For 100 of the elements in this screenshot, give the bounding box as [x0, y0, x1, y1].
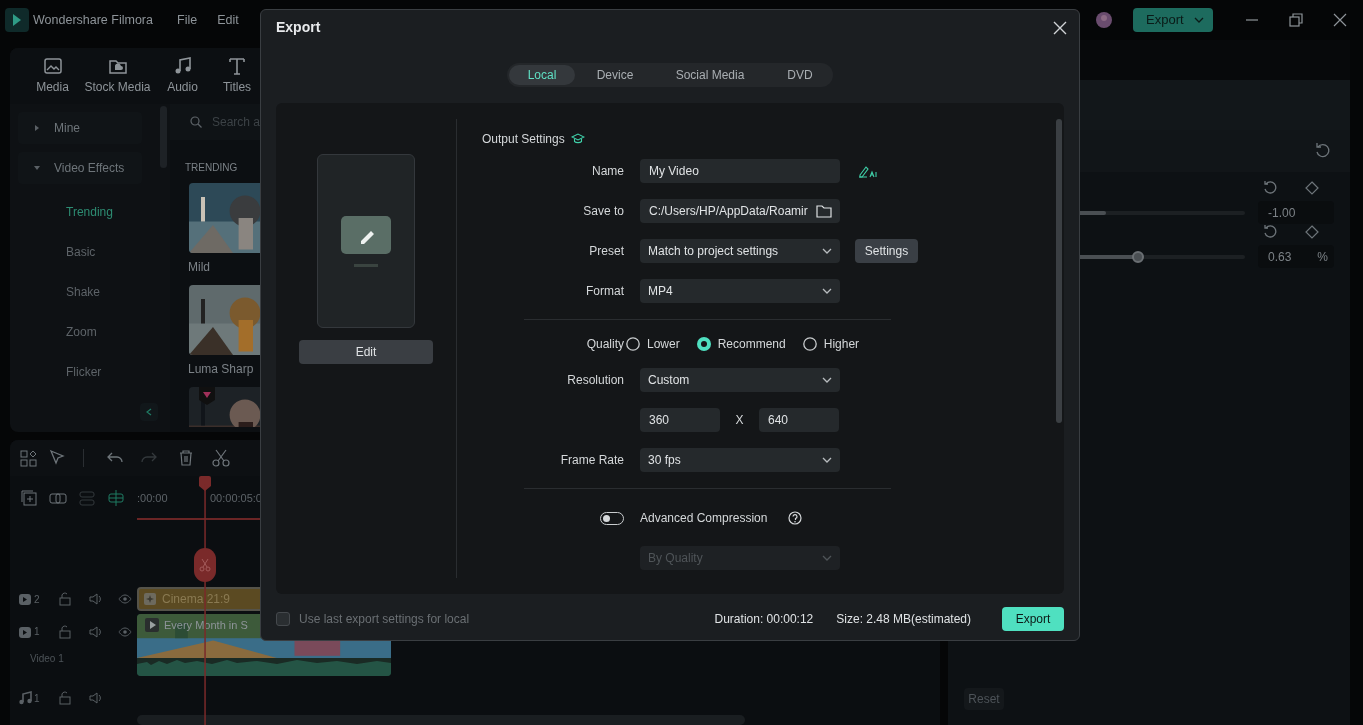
music-note-icon — [18, 691, 32, 705]
speaker-icon[interactable] — [88, 624, 102, 639]
size-separator: X — [734, 412, 745, 429]
field-label: Quality — [585, 336, 624, 353]
keyframe-icon[interactable] — [1304, 224, 1320, 240]
ruler-time: 00:00:05:0 — [210, 491, 262, 506]
snap-icon[interactable] — [107, 489, 125, 507]
radio-button[interactable] — [626, 337, 640, 351]
checkbox[interactable] — [276, 612, 290, 626]
lock-icon[interactable] — [58, 624, 72, 639]
radio-button[interactable] — [696, 337, 711, 351]
name-field[interactable]: My Video — [640, 159, 840, 183]
radio-label: Higher — [823, 336, 860, 353]
menu-item[interactable]: File — [177, 10, 198, 30]
add-track-icon[interactable] — [20, 489, 38, 507]
tab[interactable]: Local — [509, 65, 575, 85]
sparkle-icon — [144, 593, 156, 605]
chevron-down-icon — [822, 248, 832, 254]
scissors-icon[interactable] — [212, 449, 230, 467]
split-handle[interactable] — [194, 548, 216, 582]
lock-icon[interactable] — [58, 691, 72, 705]
eye-icon[interactable] — [118, 592, 132, 606]
chevron-down-icon — [822, 288, 832, 294]
format-dropdown[interactable]: MP4 — [640, 279, 840, 303]
dialog-title: Export — [276, 18, 321, 37]
library-tab[interactable]: Media — [36, 78, 69, 96]
unit-label: % — [1317, 248, 1328, 266]
tab[interactable]: Device — [579, 65, 651, 85]
graduation-cap-icon — [570, 133, 585, 145]
section-heading: TRENDING — [185, 161, 238, 175]
value-field[interactable]: 0.63 % — [1258, 245, 1334, 268]
radio-label: Lower — [647, 336, 680, 353]
path-field[interactable]: C:/Users/HP/AppData/Roamir — [640, 199, 840, 223]
radio-button[interactable] — [802, 337, 817, 351]
collapse-button[interactable] — [140, 403, 158, 421]
toggle-label: Advanced Compression — [640, 510, 768, 527]
folder-icon[interactable] — [816, 204, 832, 218]
video-track-icon — [18, 624, 32, 639]
track-name: Video 1 — [30, 652, 65, 666]
reset-icon[interactable] — [1262, 180, 1278, 196]
clip-title: Every Month in S — [164, 618, 248, 633]
tab[interactable]: Social Media — [655, 65, 765, 85]
value-field[interactable]: -1.00 — [1258, 201, 1334, 224]
select-pointer-icon[interactable] — [49, 449, 67, 467]
track-number: 1 — [34, 691, 40, 706]
play-icon — [145, 618, 159, 633]
radio-label: Recommend — [717, 336, 786, 353]
section-title: Output Settings — [482, 131, 565, 148]
field-label: Name — [591, 163, 624, 180]
trash-icon[interactable] — [178, 450, 194, 466]
image-icon[interactable] — [42, 56, 63, 76]
chevron-down-icon — [1193, 17, 1204, 23]
edit-button[interactable]: Edit — [299, 340, 433, 364]
field-label: Frame Rate — [559, 452, 624, 469]
chevron-down-icon — [822, 377, 832, 383]
menu-item[interactable]: Edit — [217, 10, 239, 30]
checkbox-label: Use last export settings for local — [299, 611, 470, 628]
track-number: 2 — [34, 592, 40, 607]
height-field[interactable]: 640 — [759, 408, 839, 432]
subcategory-item[interactable]: Trending — [18, 192, 160, 232]
speaker-icon[interactable] — [88, 592, 102, 606]
layout-icon[interactable] — [20, 449, 37, 467]
keyframe-icon[interactable] — [1304, 180, 1320, 196]
ruler-time: :00:00 — [137, 491, 168, 506]
track-number: 1 — [34, 625, 40, 639]
close-icon[interactable] — [1331, 11, 1349, 29]
restore-icon[interactable] — [1287, 11, 1305, 29]
close-icon[interactable] — [1053, 20, 1067, 35]
effect-label: Luma Sharp — [188, 361, 255, 378]
scrollbar[interactable] — [1056, 119, 1062, 423]
field-label: Resolution — [566, 372, 624, 389]
export-button[interactable]: Export — [1002, 607, 1064, 631]
field-label: Format — [585, 283, 624, 300]
resolution-dropdown[interactable]: Custom — [640, 368, 840, 392]
reset-icon[interactable] — [1262, 224, 1278, 240]
preset-dropdown[interactable]: Match to project settings — [640, 239, 840, 263]
avatar-icon[interactable] — [1096, 12, 1112, 28]
library-tab[interactable]: Audio — [167, 78, 198, 96]
help-icon[interactable] — [788, 511, 803, 525]
lock-icon[interactable] — [58, 592, 72, 606]
speaker-icon[interactable] — [88, 691, 102, 705]
text-icon[interactable] — [227, 56, 247, 76]
library-tab[interactable]: Stock Media — [84, 78, 151, 96]
scrollbar[interactable] — [137, 715, 745, 725]
chevron-left-icon — [146, 408, 152, 416]
app-title: Wondershare Filmora — [33, 11, 154, 29]
width-field[interactable]: 360 — [640, 408, 720, 432]
edit-pencil-icon — [340, 216, 392, 270]
tab[interactable]: DVD — [769, 65, 831, 85]
settings-button[interactable]: Settings — [855, 239, 918, 263]
frame-rate-dropdown[interactable]: 30 fps — [640, 448, 840, 472]
field-label: Preset — [588, 243, 624, 260]
video-track-icon — [18, 592, 32, 606]
chevron-down-icon — [822, 457, 832, 463]
scissors-icon — [199, 558, 211, 572]
reset-icon[interactable] — [1314, 142, 1332, 160]
field-label: Save to — [582, 203, 624, 220]
ai-pen-icon[interactable] — [858, 164, 878, 178]
library-tab[interactable]: Titles — [222, 78, 252, 96]
duration-text: Duration: 00:00:12 — [714, 611, 814, 628]
